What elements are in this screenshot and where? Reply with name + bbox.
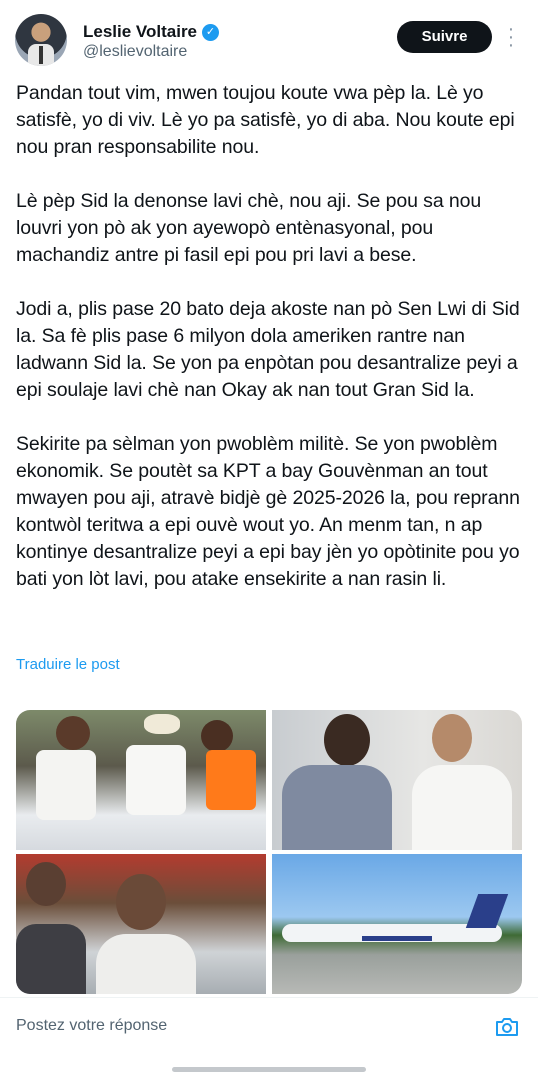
more-vertical-icon[interactable]: · · ·	[505, 19, 517, 55]
post-paragraph-3: Jodi a, plis pase 20 bato deja akoste na…	[16, 298, 520, 401]
reply-input[interactable]: Postez votre réponse	[16, 1017, 167, 1035]
media-photo-4[interactable]	[272, 854, 522, 994]
reply-divider	[0, 997, 538, 998]
media-photo-2[interactable]	[272, 710, 522, 850]
author-name-row[interactable]: Leslie Voltaire ✓	[83, 22, 220, 42]
media-grid	[16, 710, 522, 994]
author-handle[interactable]: @leslievoltaire	[83, 43, 187, 61]
author-name[interactable]: Leslie Voltaire	[83, 22, 197, 42]
verified-badge-icon: ✓	[202, 23, 220, 41]
post-paragraph-2: Lè pèp Sid la denonse lavi chè, nou aji.…	[16, 190, 482, 266]
post-paragraph-4: Sekirite pa sèlman yon pwoblèm militè. S…	[16, 433, 520, 590]
author-avatar[interactable]	[15, 14, 67, 66]
media-photo-3[interactable]	[16, 854, 266, 994]
post-text: Pandan tout vim, mwen toujou koute vwa p…	[16, 80, 526, 593]
follow-button[interactable]: Suivre	[397, 21, 492, 53]
post-paragraph-1: Pandan tout vim, mwen toujou koute vwa p…	[16, 82, 515, 158]
translate-post-link[interactable]: Traduire le post	[16, 656, 120, 673]
media-photo-1[interactable]	[16, 710, 266, 850]
home-indicator	[172, 1067, 366, 1072]
camera-icon[interactable]	[494, 1015, 520, 1039]
post-header: Leslie Voltaire ✓ @leslievoltaire Suivre…	[0, 0, 538, 72]
